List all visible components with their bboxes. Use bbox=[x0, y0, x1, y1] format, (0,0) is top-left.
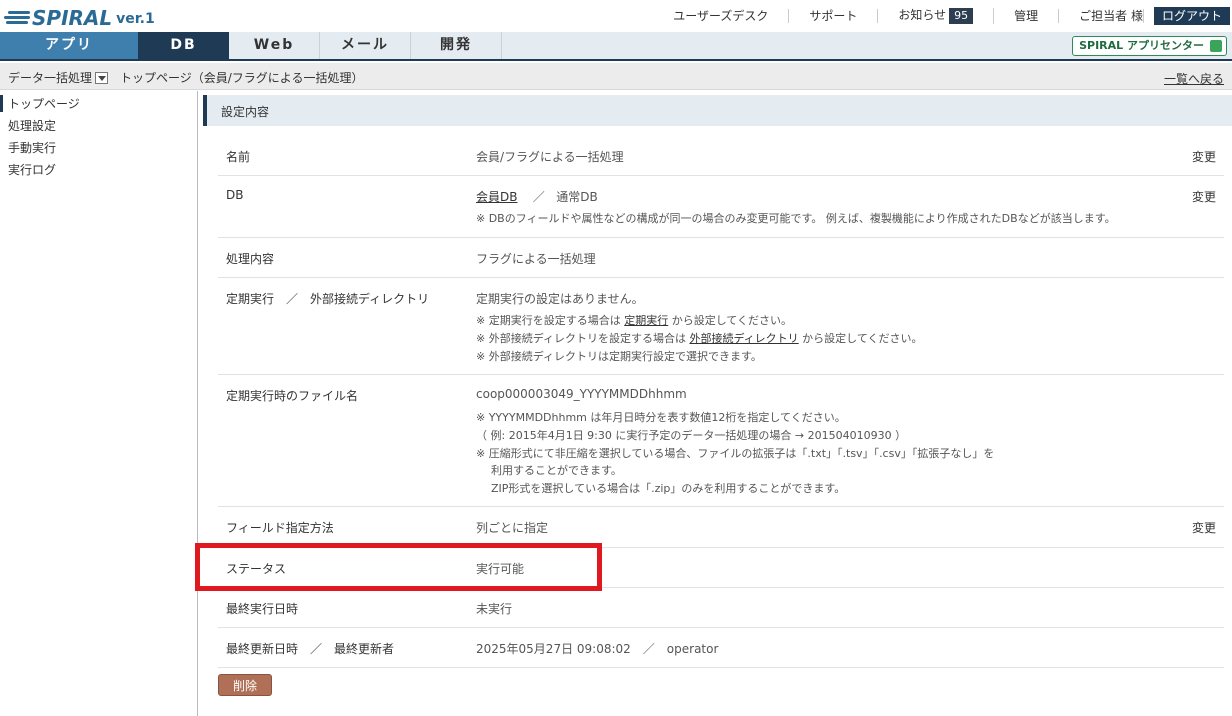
row-last-run: 最終実行日時 未実行 bbox=[218, 588, 1224, 628]
app-center-label: SPIRAL アプリセンター bbox=[1079, 39, 1204, 52]
app-center-button[interactable]: SPIRAL アプリセンター bbox=[1072, 36, 1227, 56]
brand-version: ver.1 bbox=[116, 11, 155, 27]
status-highlight-box bbox=[195, 543, 602, 591]
main-nav: アプリ DB Web メール 開発 SPIRAL アプリセンター bbox=[0, 32, 1232, 61]
top-links: ユーザーズデスク サポート お知らせ 95 管理 ご担当者 様 ログアウト bbox=[653, 6, 1232, 26]
change-db-link[interactable]: 変更 bbox=[1192, 188, 1216, 205]
spiral-logo[interactable]: SPIRAL ver.1 bbox=[2, 5, 155, 29]
app-center-icon bbox=[1210, 40, 1222, 52]
row-label: フィールド指定方法 bbox=[226, 521, 334, 535]
filename-note-3: ※ 圧縮形式にて非圧縮を選択している場合、ファイルの拡張子は「.txt」「.ts… bbox=[476, 447, 995, 460]
row-last-update: 最終更新日時 ／ 最終更新者 2025年05月27日 09:08:02 ／ op… bbox=[218, 628, 1224, 668]
sidebar-item-log[interactable]: 実行ログ bbox=[8, 161, 56, 178]
notice-link[interactable]: お知らせ 95 bbox=[878, 8, 995, 24]
row-label: 処理内容 bbox=[226, 252, 275, 266]
breadcrumb-section-label: データ一括処理 bbox=[8, 71, 93, 85]
sidebar-item-manual-run[interactable]: 手動実行 bbox=[8, 139, 56, 156]
schedule-note-3: ※ 外部接続ディレクトリは定期実行設定で選択できます。 bbox=[476, 350, 762, 363]
row-value: 列ごとに指定 bbox=[476, 521, 549, 535]
db-separator: ／ bbox=[532, 190, 545, 204]
db-note: ※ DBのフィールドや属性などの構成が同一の場合のみ変更可能です。 例えば、複製… bbox=[476, 212, 1116, 225]
tab-mail[interactable]: メール bbox=[320, 32, 411, 59]
row-field-method: フィールド指定方法 列ごとに指定 変更 bbox=[218, 507, 1224, 548]
support-link[interactable]: サポート bbox=[789, 9, 879, 23]
row-label: 定期実行時のファイル名 bbox=[226, 389, 359, 403]
row-label: 名前 bbox=[226, 150, 251, 164]
breadcrumb-section[interactable]: データ一括処理 bbox=[8, 69, 109, 86]
notice-label: お知らせ bbox=[898, 8, 947, 22]
filename-note-4: 利用することができます。 bbox=[491, 464, 622, 477]
sidebar-item-settings[interactable]: 処理設定 bbox=[8, 117, 56, 134]
back-to-list-link[interactable]: 一覧へ戻る bbox=[1164, 70, 1224, 87]
row-value: 2025年05月27日 09:08:02 ／ operator bbox=[476, 642, 719, 656]
delete-button[interactable]: 削除 bbox=[218, 674, 272, 696]
tab-app[interactable]: アプリ bbox=[0, 32, 138, 59]
schedule-note-2: ※ 外部接続ディレクトリを設定する場合は 外部接続ディレクトリ から設定してくだ… bbox=[476, 332, 923, 345]
tab-dev[interactable]: 開発 bbox=[411, 32, 502, 59]
notice-count-badge: 95 bbox=[949, 8, 974, 24]
filename-note-5: ZIP形式を選択している場合は「.zip」のみを利用することができます。 bbox=[491, 482, 846, 495]
section-title: 設定内容 bbox=[221, 105, 270, 119]
change-field-method-link[interactable]: 変更 bbox=[1192, 519, 1216, 536]
section-header: 設定内容 bbox=[203, 95, 1232, 126]
user-name: ご担当者 様 bbox=[1059, 9, 1144, 23]
brand-name: SPIRAL bbox=[32, 6, 113, 30]
row-label: 定期実行 ／ 外部接続ディレクトリ bbox=[226, 292, 430, 306]
breadcrumb-page: トップページ（会員/フラグによる一括処理） bbox=[120, 71, 364, 85]
row-value: coop000003049_YYYYMMDDhhmm bbox=[476, 387, 687, 401]
sidebar-item-top[interactable]: トップページ bbox=[0, 95, 80, 112]
logout-button[interactable]: ログアウト bbox=[1153, 7, 1230, 25]
row-label: 最終実行日時 bbox=[226, 602, 299, 616]
tab-web[interactable]: Web bbox=[229, 32, 320, 59]
row-process: 処理内容 フラグによる一括処理 bbox=[218, 238, 1224, 278]
filename-note-1: ※ YYYYMMDDhhmm は年月日時分を表す数値12桁を指定してください。 bbox=[476, 411, 846, 424]
row-name: 名前 会員/フラグによる一括処理 変更 bbox=[218, 135, 1224, 176]
admin-link[interactable]: 管理 bbox=[994, 9, 1060, 23]
breadcrumb: データ一括処理 トップページ（会員/フラグによる一括処理） 一覧へ戻る bbox=[0, 63, 1232, 90]
chevron-down-icon[interactable] bbox=[95, 71, 109, 84]
row-schedule: 定期実行 ／ 外部接続ディレクトリ 定期実行の設定はありません。 ※ 定期実行を… bbox=[218, 278, 1224, 375]
row-filename: 定期実行時のファイル名 coop000003049_YYYYMMDDhhmm ※… bbox=[218, 375, 1224, 507]
external-directory-link[interactable]: 外部接続ディレクトリ bbox=[689, 332, 798, 345]
db-link[interactable]: 会員DB bbox=[476, 190, 517, 204]
row-value: 未実行 bbox=[476, 602, 513, 616]
schedule-note-1: ※ 定期実行を設定する場合は 定期実行 から設定してください。 bbox=[476, 314, 793, 327]
row-value: 定期実行の設定はありません。 bbox=[476, 292, 644, 306]
schedule-link[interactable]: 定期実行 bbox=[624, 314, 668, 327]
change-name-link[interactable]: 変更 bbox=[1192, 148, 1216, 165]
row-label: 最終更新日時 ／ 最終更新者 bbox=[226, 642, 395, 656]
row-label: DB bbox=[226, 188, 244, 202]
top-bar: SPIRAL ver.1 ユーザーズデスク サポート お知らせ 95 管理 ご担当… bbox=[0, 0, 1232, 32]
user-desk-link[interactable]: ユーザーズデスク bbox=[653, 9, 790, 23]
db-type: 通常DB bbox=[556, 190, 598, 204]
filename-note-2: （ 例: 2015年4月1日 9:30 に実行予定のデータ一括処理の場合 → 2… bbox=[476, 429, 907, 442]
row-value: フラグによる一括処理 bbox=[476, 252, 596, 266]
row-value: 会員/フラグによる一括処理 bbox=[476, 150, 624, 164]
row-value: 会員DB ／ 通常DB bbox=[476, 188, 598, 205]
row-db: DB 会員DB ／ 通常DB ※ DBのフィールドや属性などの構成が同一の場合の… bbox=[218, 176, 1224, 238]
sidebar: トップページ 処理設定 手動実行 実行ログ bbox=[0, 91, 198, 716]
tab-db[interactable]: DB bbox=[138, 32, 229, 59]
spiral-wave-icon bbox=[2, 7, 32, 29]
